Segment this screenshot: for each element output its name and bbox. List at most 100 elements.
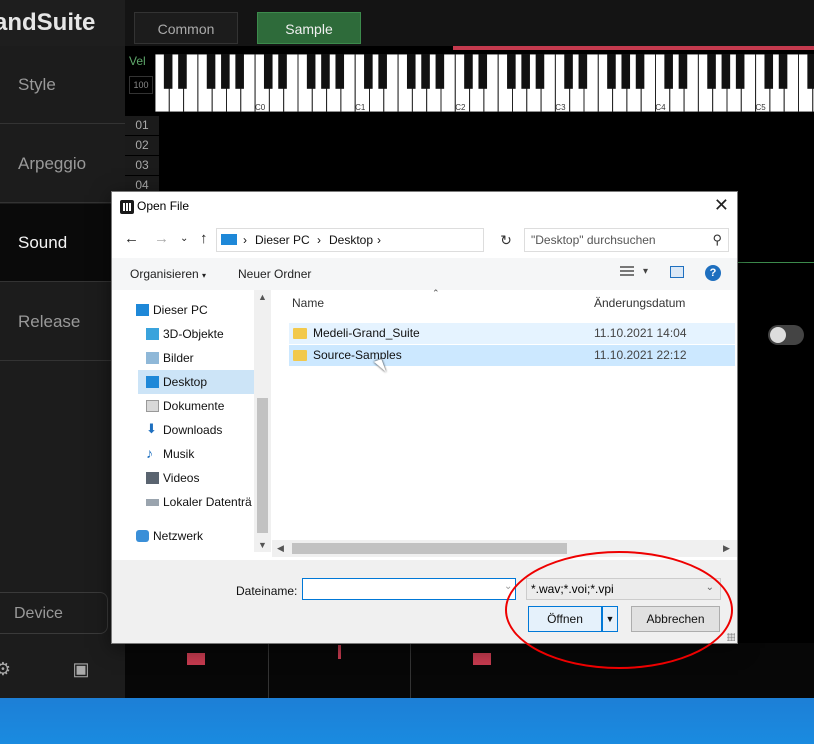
black-key[interactable] bbox=[306, 54, 316, 89]
view-options-icon[interactable] bbox=[620, 266, 634, 278]
column-header-date[interactable]: Änderungsdatum bbox=[594, 296, 685, 310]
tree-scrollbar[interactable]: ▲ ▼ bbox=[254, 290, 271, 552]
tree-item-desktop[interactable]: Desktop bbox=[138, 370, 254, 394]
black-key[interactable] bbox=[678, 54, 688, 89]
help-icon[interactable]: ? bbox=[705, 265, 721, 281]
tree-item-downloads[interactable]: ⬇ Downloads bbox=[146, 418, 254, 442]
breadcrumb-desktop[interactable]: Desktop bbox=[329, 233, 373, 247]
tree-item-music[interactable]: ♪ Musik bbox=[146, 442, 254, 466]
sample-pad[interactable] bbox=[473, 653, 491, 665]
scrollbar-thumb[interactable] bbox=[257, 398, 268, 533]
toggle-switch[interactable] bbox=[768, 325, 804, 345]
bottom-panel bbox=[125, 643, 814, 698]
filename-field[interactable] bbox=[302, 578, 516, 600]
device-button[interactable]: Device bbox=[0, 592, 108, 634]
sort-indicator-icon: ⌃ bbox=[432, 288, 440, 298]
black-key[interactable] bbox=[435, 54, 445, 89]
black-key[interactable] bbox=[535, 54, 545, 89]
up-arrow-icon[interactable]: ↑ bbox=[200, 230, 208, 247]
refresh-icon[interactable]: ↻ bbox=[494, 228, 518, 252]
new-folder-button[interactable]: Neuer Ordner bbox=[238, 267, 311, 281]
black-key[interactable] bbox=[278, 54, 287, 89]
sample-pad[interactable] bbox=[187, 653, 205, 665]
sidebar-item-arpeggio[interactable]: Arpeggio bbox=[0, 125, 125, 203]
tree-label: Netzwerk bbox=[153, 529, 204, 543]
tab-common[interactable]: Common bbox=[134, 12, 238, 44]
desktop-icon bbox=[146, 376, 159, 388]
breadcrumb-this-pc[interactable]: Dieser PC bbox=[255, 233, 310, 247]
address-bar[interactable]: › Dieser PC › Desktop › ⌄ bbox=[216, 228, 576, 252]
velocity-value[interactable]: 100 bbox=[129, 76, 153, 94]
black-key[interactable] bbox=[521, 54, 530, 89]
tree-item-documents[interactable]: Dokumente bbox=[146, 394, 254, 418]
sidebar-item-style[interactable]: Style bbox=[0, 46, 125, 124]
scroll-left-icon[interactable]: ◀ bbox=[277, 543, 284, 554]
tree-item-videos[interactable]: Videos bbox=[146, 466, 254, 490]
tree-item-3d-objects[interactable]: 3D-Objekte bbox=[146, 322, 254, 346]
black-key[interactable] bbox=[507, 54, 516, 89]
tree-item-this-pc[interactable]: Dieser PC bbox=[136, 298, 254, 322]
scroll-up-icon[interactable]: ▲ bbox=[258, 292, 267, 302]
black-key[interactable] bbox=[163, 54, 173, 89]
close-icon[interactable]: ✕ bbox=[714, 195, 729, 216]
tree-item-pictures[interactable]: Bilder bbox=[146, 346, 254, 370]
save-icon[interactable]: ▣ bbox=[70, 658, 92, 680]
tree-label: Desktop bbox=[163, 375, 208, 389]
black-key[interactable] bbox=[764, 54, 774, 89]
black-key[interactable] bbox=[464, 54, 473, 89]
drive-icon bbox=[146, 499, 159, 506]
black-key[interactable] bbox=[735, 54, 745, 89]
tree-label: Dieser PC bbox=[153, 303, 208, 317]
organize-button[interactable]: Organisieren ▾ bbox=[130, 267, 206, 281]
black-key[interactable] bbox=[635, 54, 645, 89]
tree-item-local-drive[interactable]: Lokaler Datenträ bbox=[146, 490, 254, 514]
horizontal-scrollbar[interactable]: ◀ ▶ bbox=[272, 540, 737, 557]
black-key[interactable] bbox=[807, 54, 814, 89]
black-key[interactable] bbox=[778, 54, 788, 89]
black-key[interactable] bbox=[664, 54, 673, 89]
pc-icon bbox=[136, 304, 149, 316]
sidebar-item-sound[interactable]: Sound bbox=[0, 204, 125, 282]
black-key[interactable] bbox=[564, 54, 573, 89]
search-input[interactable]: "Desktop" durchsuchen ⚲ bbox=[524, 228, 729, 252]
black-key[interactable] bbox=[178, 54, 187, 89]
black-key[interactable] bbox=[421, 54, 430, 89]
black-key[interactable] bbox=[578, 54, 588, 89]
forward-arrow-icon[interactable]: → bbox=[154, 230, 169, 247]
breadcrumb-separator: › bbox=[377, 233, 381, 247]
black-key[interactable] bbox=[478, 54, 488, 89]
black-key[interactable] bbox=[378, 54, 387, 89]
black-key[interactable] bbox=[263, 54, 273, 89]
black-key[interactable] bbox=[321, 54, 330, 89]
piano-keyboard[interactable]: C0 C1 C2 C3 C4 C5 bbox=[155, 54, 814, 112]
black-key[interactable] bbox=[406, 54, 416, 89]
black-key[interactable] bbox=[335, 54, 345, 89]
back-arrow-icon[interactable]: ← bbox=[124, 230, 139, 247]
black-key[interactable] bbox=[621, 54, 631, 89]
preview-pane-icon[interactable] bbox=[670, 266, 684, 278]
scroll-down-icon[interactable]: ▼ bbox=[258, 540, 267, 550]
tree-item-network[interactable]: Netzwerk bbox=[136, 524, 254, 548]
black-key[interactable] bbox=[607, 54, 616, 89]
resize-grip-icon[interactable] bbox=[727, 633, 735, 641]
file-row[interactable]: Source-Samples 11.10.2021 22:12 bbox=[289, 345, 735, 366]
black-key[interactable] bbox=[221, 54, 230, 89]
black-key[interactable] bbox=[707, 54, 716, 89]
black-key[interactable] bbox=[206, 54, 216, 89]
black-key[interactable] bbox=[721, 54, 731, 89]
search-icon[interactable]: ⚲ bbox=[712, 232, 722, 248]
sidebar-item-release[interactable]: Release bbox=[0, 283, 125, 361]
row-number: 03 bbox=[125, 156, 159, 176]
tab-sample[interactable]: Sample bbox=[257, 12, 361, 44]
settings-icon[interactable]: ⚙ bbox=[0, 658, 14, 680]
black-key[interactable] bbox=[364, 54, 373, 89]
file-row[interactable]: Medeli-Grand_Suite 11.10.2021 14:04 bbox=[289, 323, 735, 344]
scroll-right-icon[interactable]: ▶ bbox=[723, 543, 730, 554]
pictures-icon bbox=[146, 352, 159, 364]
black-key[interactable] bbox=[235, 54, 244, 89]
scrollbar-thumb[interactable] bbox=[292, 543, 567, 554]
column-header-name[interactable]: Name bbox=[292, 296, 324, 310]
chevron-down-icon[interactable]: ▾ bbox=[643, 266, 648, 277]
recent-dropdown-icon[interactable]: ⌄ bbox=[180, 233, 188, 244]
divider bbox=[736, 262, 814, 263]
